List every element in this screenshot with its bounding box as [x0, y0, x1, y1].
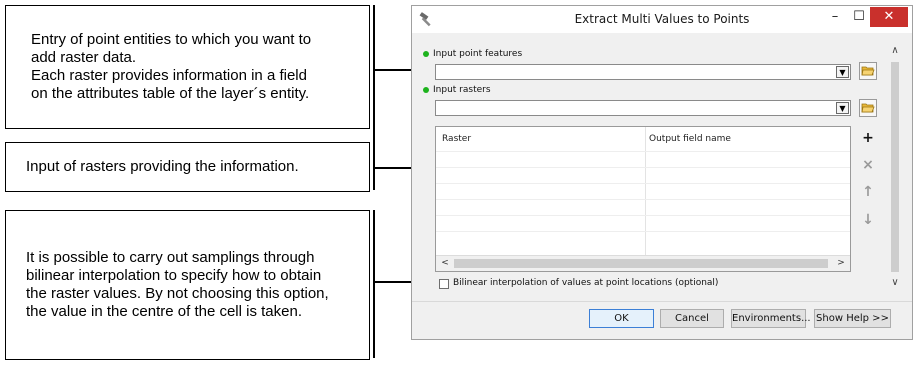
button-bar: OK Cancel Environments... Show Help >>: [412, 301, 912, 341]
row-divider: [436, 215, 850, 216]
input-point-features-label-text: Input point features: [433, 49, 523, 59]
chevron-down-icon[interactable]: ▼: [836, 102, 849, 114]
maximize-button[interactable]: ☐: [848, 7, 870, 27]
column-header-raster: Raster: [442, 134, 472, 144]
connector-vertical-1: [373, 5, 375, 190]
folder-open-icon: [861, 66, 875, 76]
move-up-button[interactable]: ↑: [859, 183, 877, 201]
horizontal-scrollbar[interactable]: < >: [436, 255, 850, 271]
required-dot-icon: [423, 50, 429, 57]
cancel-button[interactable]: Cancel: [660, 309, 724, 328]
move-down-button[interactable]: ↓: [859, 211, 877, 229]
add-raster-button[interactable]: +: [859, 129, 877, 147]
row-divider: [436, 151, 850, 152]
input-point-features-label: Input point features: [423, 49, 522, 59]
browse-rasters-button[interactable]: [859, 99, 877, 117]
callout-bilinear-interpolation: It is possible to carry out samplings th…: [5, 210, 370, 360]
column-divider: [645, 127, 646, 257]
ok-button[interactable]: OK: [589, 309, 654, 328]
scroll-left-icon[interactable]: <: [438, 256, 452, 271]
rasters-table[interactable]: Raster Output field name < >: [435, 126, 851, 272]
input-point-features-combo[interactable]: ▼: [435, 64, 851, 80]
row-divider: [436, 199, 850, 200]
callout-input-rasters-text: Input of rasters providing the informati…: [26, 158, 299, 175]
browse-point-features-button[interactable]: [859, 62, 877, 80]
vertical-scrollbar[interactable]: ∧ ∨: [886, 44, 904, 290]
column-header-output-field-name: Output field name: [649, 134, 731, 144]
close-button[interactable]: ✕: [870, 7, 908, 27]
bilinear-interpolation-checkbox[interactable]: [439, 279, 449, 289]
row-divider: [436, 167, 850, 168]
show-help-button[interactable]: Show Help >>: [814, 309, 891, 328]
scroll-down-icon[interactable]: ∨: [886, 276, 904, 290]
callout-input-point-text: Entry of point entities to which you wan…: [31, 31, 312, 102]
callout-bilinear-text: It is possible to carry out samplings th…: [26, 249, 329, 320]
chevron-down-icon[interactable]: ▼: [836, 66, 849, 78]
input-rasters-label: Input rasters: [423, 85, 491, 95]
bilinear-interpolation-label: Bilinear interpolation of values at poin…: [453, 278, 719, 288]
environments-button[interactable]: Environments...: [731, 309, 811, 328]
folder-open-icon: [861, 103, 875, 113]
required-dot-icon: [423, 86, 429, 93]
row-divider: [436, 231, 850, 232]
scroll-up-icon[interactable]: ∧: [886, 44, 904, 58]
input-rasters-label-text: Input rasters: [433, 85, 491, 95]
row-divider: [436, 183, 850, 184]
scroll-right-icon[interactable]: >: [834, 256, 848, 271]
title-bar: Extract Multi Values to Points – ☐ ✕: [412, 6, 912, 33]
input-rasters-combo[interactable]: ▼: [435, 100, 851, 116]
scroll-thumb[interactable]: [891, 62, 899, 272]
callout-input-rasters: Input of rasters providing the informati…: [5, 142, 370, 192]
scroll-thumb[interactable]: [454, 259, 828, 268]
extract-multi-values-dialog: Extract Multi Values to Points – ☐ ✕ Inp…: [411, 5, 913, 340]
remove-raster-button[interactable]: ×: [859, 156, 877, 174]
callout-input-point-features: Entry of point entities to which you wan…: [5, 5, 370, 129]
minimize-button[interactable]: –: [824, 7, 846, 27]
connector-vertical-2: [373, 210, 375, 358]
